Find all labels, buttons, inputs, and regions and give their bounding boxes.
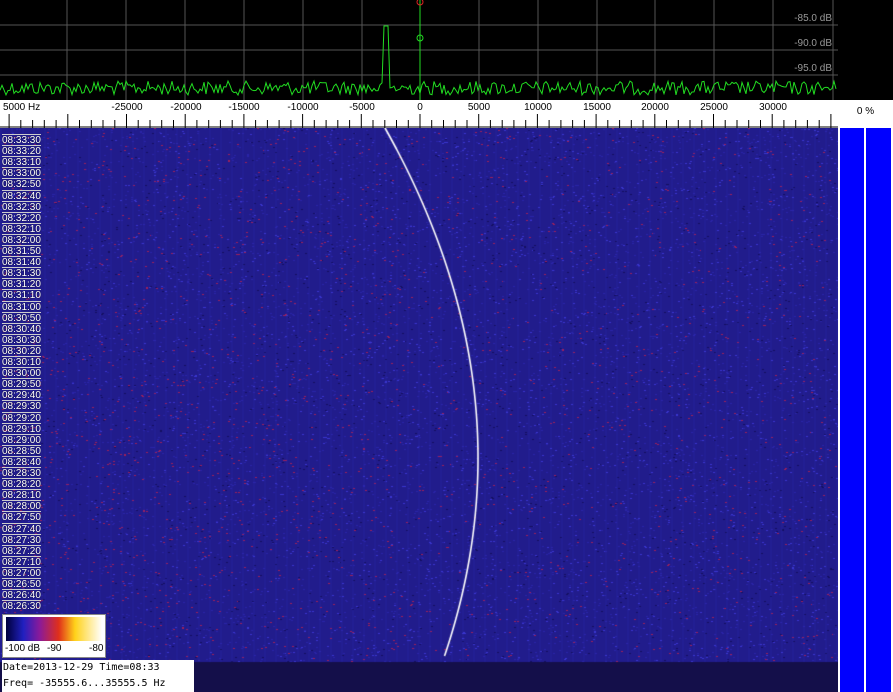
axis-tick-label: -15000 (228, 102, 260, 113)
axis-tick-label: -10000 (287, 102, 319, 113)
db-label-85: -85.0 dB (794, 13, 832, 24)
time-label: 08:26:30 (2, 600, 41, 613)
db-label-95: -95.0 dB (794, 63, 832, 74)
axis-unit-label: 5000 Hz (3, 102, 41, 113)
spectrum-display[interactable]: -85.0 dB -90.0 dB -95.0 dB (0, 0, 838, 100)
waterfall-display[interactable]: 08:33:30 08:33:20 08:33:10 08:33:00 08:32:50… (0, 128, 838, 692)
axis-tick-label: 20000 (641, 102, 669, 113)
level-divider (864, 128, 866, 692)
axis-tick-label: -5000 (349, 102, 375, 113)
axis-tick-label: 5000 (467, 102, 491, 113)
status-box: Date=2013-12-29 Time=08:33 Freq= -35555.… (2, 660, 194, 692)
legend-tick-min: -100 dB (5, 643, 41, 654)
axis-tick-label: 25000 (700, 102, 728, 113)
axis-tick-label: 10000 (524, 102, 552, 113)
axis-tick-label: 15000 (583, 102, 611, 113)
percent-label: 0 % (856, 106, 875, 117)
legend-tick-mid: -90 (47, 643, 62, 654)
right-panel: 0 % (838, 100, 893, 692)
axis-tick-label: 0 (417, 102, 423, 113)
color-legend: -100 dB -90 -80 (2, 614, 106, 658)
axis-tick-label: -20000 (170, 102, 202, 113)
waterfall-canvas (0, 128, 838, 692)
color-gradient (6, 617, 102, 641)
db-label-90: -90.0 dB (794, 38, 832, 49)
status-date-time: Date=2013-12-29 Time=08:33 (3, 662, 160, 673)
axis-tick-label: -25000 (111, 102, 143, 113)
status-freq-range: Freq= -35555.6...35555.5 Hz (3, 678, 166, 689)
axis-tick-label: 30000 (759, 102, 787, 113)
legend-tick-max: -80 (89, 643, 104, 654)
frequency-axis[interactable]: 5000 Hz -25000 -20000 -15000 -10000 -500… (0, 100, 838, 128)
spectrum-plot (0, 0, 838, 100)
